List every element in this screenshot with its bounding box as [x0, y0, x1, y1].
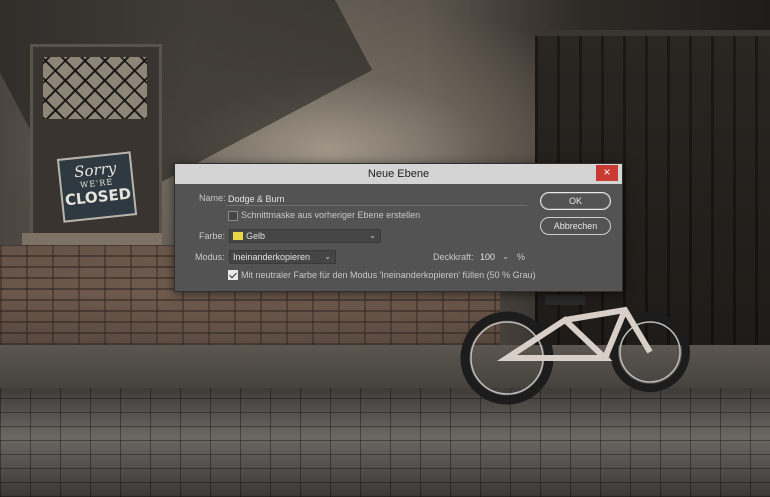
opacity-label: Deckkraft:: [433, 252, 474, 262]
fill-neutral-label: Mit neutraler Farbe für den Modus 'Inein…: [241, 270, 536, 280]
dialog-titlebar: Neue Ebene: [175, 164, 622, 184]
opacity-field[interactable]: 100 ⌄: [476, 250, 514, 264]
close-icon[interactable]: ×: [596, 165, 618, 181]
chevron-down-icon: ⌄: [502, 252, 509, 261]
dialog-title: Neue Ebene: [367, 168, 430, 180]
bicycle-seat: [545, 295, 585, 305]
ok-button[interactable]: OK: [540, 192, 611, 210]
clipping-mask-label: Schnittmaske aus vorheriger Ebene erstel…: [241, 210, 421, 220]
layer-name-input[interactable]: [226, 192, 527, 206]
new-layer-dialog: Neue Ebene × Name: Schnittmaske aus vorh…: [174, 163, 623, 292]
color-value: Gelb: [246, 231, 266, 241]
chevron-down-icon: ⌄: [369, 231, 376, 240]
closed-sign: Sorry WE'RE CLOSED: [56, 151, 138, 223]
opacity-unit: %: [517, 252, 526, 262]
fill-neutral-checkbox[interactable]: [228, 270, 238, 280]
blend-mode-value: Ineinanderkopieren: [233, 252, 311, 262]
window-sill: [22, 233, 162, 245]
window-grate: [43, 57, 147, 119]
cancel-button[interactable]: Abbrechen: [540, 217, 611, 235]
mode-label: Modus:: [195, 252, 225, 262]
color-select[interactable]: Gelb ⌄: [229, 229, 381, 243]
bicycle: [460, 295, 690, 405]
blend-mode-select[interactable]: Ineinanderkopieren ⌄: [229, 250, 336, 264]
clipping-mask-checkbox[interactable]: [228, 211, 238, 221]
name-label: Name:: [199, 193, 226, 203]
opacity-value: 100: [480, 252, 496, 262]
color-swatch: [233, 232, 243, 240]
color-label: Farbe:: [199, 231, 226, 241]
chevron-down-icon: ⌄: [324, 252, 331, 261]
